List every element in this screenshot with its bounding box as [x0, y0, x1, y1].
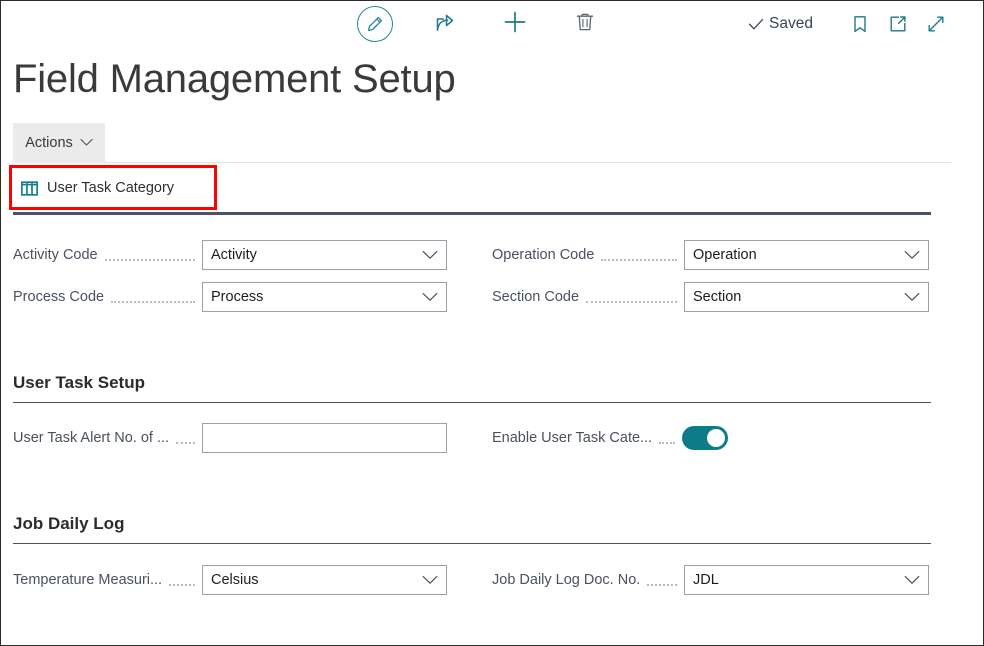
field-row-activity-code: Activity Code Activity [13, 240, 447, 270]
bookmark-icon[interactable] [849, 13, 871, 35]
section-heading: Job Daily Log [13, 514, 125, 533]
actions-tab-label: Actions [25, 135, 73, 151]
open-in-new-window-icon[interactable] [887, 13, 909, 35]
save-status-label: Saved [769, 15, 813, 32]
chevron-down-icon [904, 575, 920, 585]
section-divider [13, 402, 931, 403]
section-code-label: Section Code [492, 289, 580, 305]
activity-code-value: Activity [211, 247, 257, 263]
job-daily-log-doc-no-label: Job Daily Log Doc. No. [492, 572, 641, 588]
section-divider [13, 543, 931, 544]
expand-fullscreen-icon[interactable] [925, 13, 947, 35]
activity-code-dropdown[interactable]: Activity [202, 240, 447, 270]
dot-leader [601, 247, 677, 261]
process-code-dropdown[interactable]: Process [202, 282, 447, 312]
field-row-process-code: Process Code Process [13, 282, 447, 312]
enable-user-task-category-label: Enable User Task Cate... [492, 430, 653, 446]
chevron-down-icon [904, 292, 920, 302]
section-code-value: Section [693, 289, 742, 305]
section-code-dropdown[interactable]: Section [684, 282, 929, 312]
dot-leader [586, 289, 677, 303]
share-button[interactable] [423, 4, 467, 44]
save-status: Saved [747, 15, 813, 33]
plus-icon [502, 9, 528, 40]
chevron-down-icon [80, 135, 93, 151]
dot-leader [111, 289, 195, 303]
chevron-down-icon [422, 250, 438, 260]
window-controls [849, 13, 947, 35]
dot-leader [104, 247, 195, 261]
application-window: Saved Field Management Setup Actions Use… [0, 0, 984, 646]
user-task-alert-input[interactable] [202, 423, 447, 453]
field-row-enable-user-task-category: Enable User Task Cate... [492, 423, 929, 453]
enable-user-task-category-toggle[interactable] [682, 426, 729, 450]
temperature-measurement-label: Temperature Measuri... [13, 572, 163, 588]
table-grid-icon [21, 180, 38, 196]
field-row-temperature-measurement: Temperature Measuri... Celsius [13, 565, 447, 595]
new-button[interactable] [493, 4, 537, 44]
dot-leader [647, 572, 677, 586]
pencil-icon [357, 6, 393, 42]
page-title: Field Management Setup [13, 57, 456, 101]
dot-leader [659, 430, 676, 444]
section-user-task-setup: User Task Setup [13, 373, 931, 403]
chevron-down-icon [422, 575, 438, 585]
section-heading: User Task Setup [13, 373, 145, 392]
actions-menu-tab[interactable]: Actions [13, 123, 105, 163]
field-row-operation-code: Operation Code Operation [492, 240, 929, 270]
checkmark-icon [747, 15, 765, 33]
operation-code-label: Operation Code [492, 247, 595, 263]
activity-code-label: Activity Code [13, 247, 98, 263]
temperature-measurement-value: Celsius [211, 572, 259, 588]
job-daily-log-doc-no-value: JDL [693, 572, 719, 588]
section-job-daily-log: Job Daily Log [13, 514, 931, 544]
share-icon [433, 10, 457, 39]
actions-tab-bar: Actions [13, 123, 951, 163]
temperature-measurement-dropdown[interactable]: Celsius [202, 565, 447, 595]
dot-leader [176, 430, 195, 444]
delete-button[interactable] [563, 4, 607, 44]
process-code-label: Process Code [13, 289, 105, 305]
field-row-section-code: Section Code Section [492, 282, 929, 312]
operation-code-dropdown[interactable]: Operation [684, 240, 929, 270]
command-bar: Saved [1, 1, 983, 47]
field-row-user-task-alert: User Task Alert No. of ... [13, 423, 447, 453]
content-top-divider [13, 212, 931, 215]
trash-icon [574, 11, 596, 38]
user-task-category-button[interactable]: User Task Category [21, 175, 174, 201]
toggle-knob [707, 429, 726, 447]
user-task-category-label: User Task Category [47, 180, 175, 196]
process-code-value: Process [211, 289, 264, 305]
job-daily-log-doc-no-dropdown[interactable]: JDL [684, 565, 929, 595]
chevron-down-icon [422, 292, 438, 302]
operation-code-value: Operation [693, 247, 757, 263]
edit-button[interactable] [353, 4, 397, 44]
dot-leader [169, 572, 195, 586]
chevron-down-icon [904, 250, 920, 260]
user-task-alert-label: User Task Alert No. of ... [13, 430, 170, 446]
field-row-job-daily-log-doc-no: Job Daily Log Doc. No. JDL [492, 565, 929, 595]
